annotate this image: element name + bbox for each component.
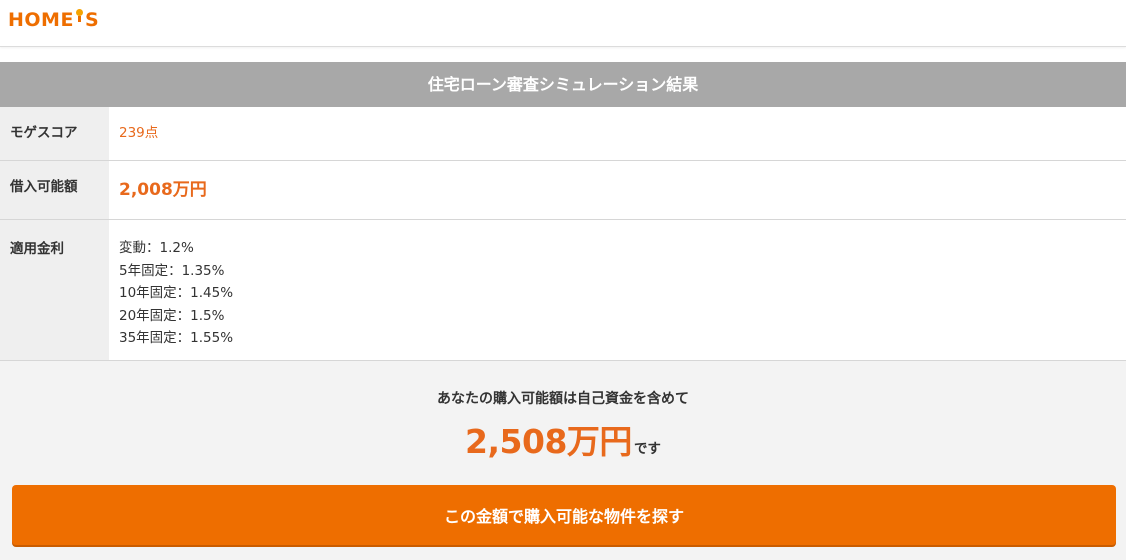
total-purchasable-amount: 2,508万円 (465, 422, 632, 461)
rate-variable: 変動：1.2% (119, 240, 194, 256)
purchase-summary: あなたの購入可能額は自己資金を含めて 2,508万円 です この金額で購入可能な物… (0, 361, 1126, 560)
applied-rates-list: 変動：1.2% 5年固定：1.35% 10年固定：1.45% 20年固定：1.5… (109, 220, 1126, 360)
logo-text-home: HOME (8, 9, 74, 31)
rate-fixed-10y: 10年固定：1.45% (119, 285, 234, 301)
rate-fixed-20y: 20年固定：1.5% (119, 307, 225, 324)
moge-score-label: モゲスコア (0, 107, 109, 160)
table-row-applied-rates: 適用金利 変動：1.2% 5年固定：1.35% 10年固定：1.45% 20年固… (0, 220, 1126, 361)
result-title: 住宅ローン審査シミュレーション結果 (0, 62, 1126, 107)
borrowable-amount-value: 2,008万円 (119, 180, 207, 200)
summary-lead-text: あなたの購入可能額は自己資金を含めて (437, 391, 689, 407)
site-header: HOME S (0, 0, 1126, 47)
table-row-borrowable-amount: 借入可能額 2,008万円 (0, 161, 1126, 220)
applied-rates-label: 適用金利 (0, 220, 109, 360)
total-suffix: です (633, 441, 661, 457)
rate-fixed-35y: 35年固定：1.55% (119, 330, 234, 346)
summary-total: 2,508万円 です (0, 415, 1126, 463)
result-table: モゲスコア 239点 借入可能額 2,008万円 適用金利 変動：1.2% 5年… (0, 107, 1126, 361)
logo-apostrophe-icon (75, 9, 84, 23)
homes-logo[interactable]: HOME S (8, 9, 99, 31)
table-row-moge-score: モゲスコア 239点 (0, 107, 1126, 161)
search-properties-button[interactable]: この金額で購入可能な物件を探す (12, 485, 1116, 545)
rate-fixed-5y: 5年固定：1.35% (119, 262, 225, 279)
moge-score-value: 239点 (119, 125, 159, 141)
borrowable-amount-label: 借入可能額 (0, 161, 109, 219)
logo-text-s: S (84, 9, 100, 31)
